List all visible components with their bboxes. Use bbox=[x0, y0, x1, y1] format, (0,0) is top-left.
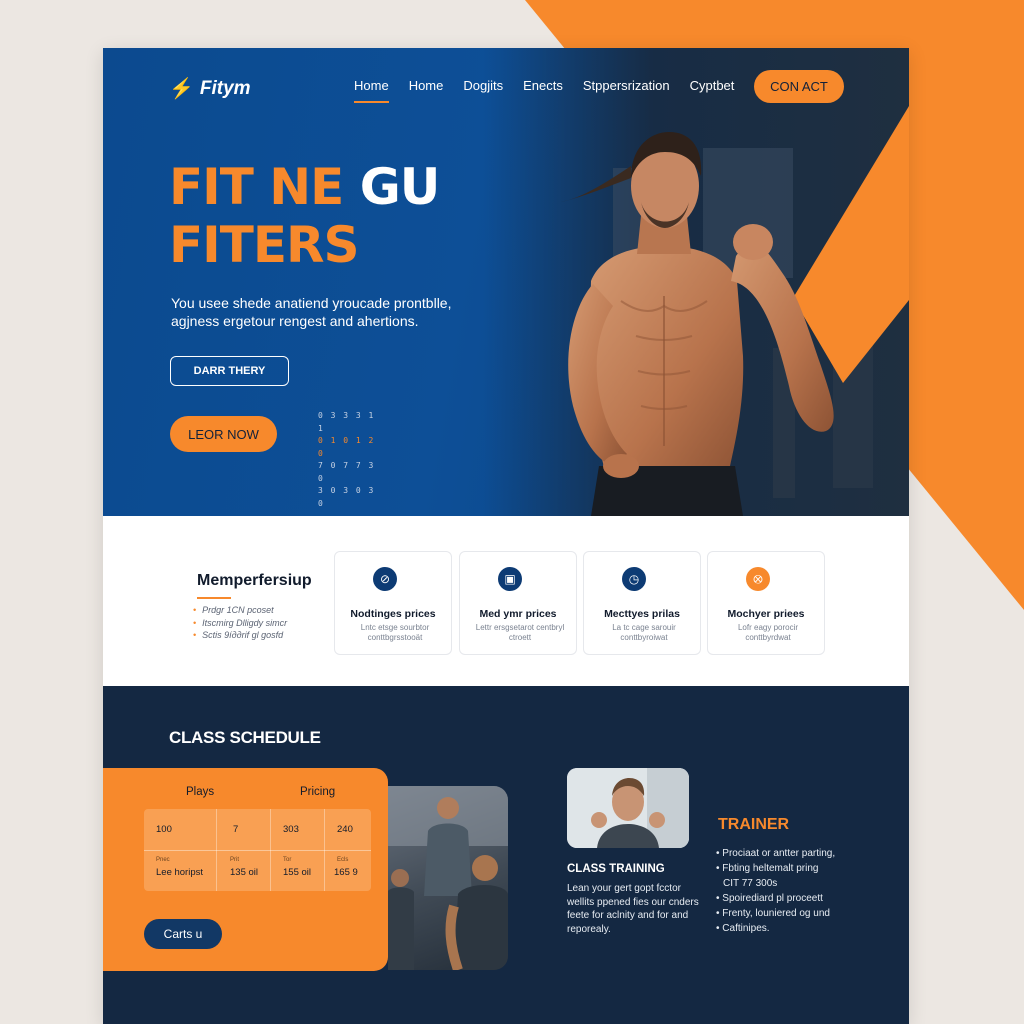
stopwatch-icon: ◷ bbox=[622, 567, 646, 591]
nav-item-cyptbet[interactable]: Cyptbet bbox=[690, 78, 735, 103]
column-header-plays: Plays bbox=[186, 786, 215, 798]
table-cell-label: Prit bbox=[230, 857, 239, 863]
card-desc: Lntc etsge sourbtor conttbgrsstooät bbox=[360, 623, 430, 642]
schedule-panel: Plays Pricing 100 7 303 240 Pnec Prit To… bbox=[103, 768, 388, 971]
dot-grid-row: 3 0 3 0 3 0 bbox=[318, 486, 375, 508]
table-cell: 155 oil bbox=[283, 867, 311, 878]
main-nav: Home Home Dogjits Enects Stppersrization… bbox=[354, 78, 734, 103]
trainer-list-item: Frenty, louniered og und bbox=[716, 906, 835, 921]
membership-list-item: Prdgr 1CN pcoset bbox=[193, 604, 287, 617]
membership-card-1[interactable]: ⊘ Nodtinges prices Lntc etsge sourbtor c… bbox=[334, 551, 452, 655]
membership-section: Memperfersiup Prdgr 1CN pcoset Itscmirg … bbox=[103, 516, 909, 686]
hero-title-orange: FIT NE bbox=[169, 158, 360, 216]
membership-list-item: Itscmirg Dlligdy simcr bbox=[193, 617, 287, 630]
membership-list-item: Sctis 9íддrif gl gosfd bbox=[193, 629, 287, 642]
learn-now-button[interactable]: LEOR NOW bbox=[170, 416, 277, 452]
landing-page: ⚡ Fitym Home Home Dogjits Enects Stppers… bbox=[103, 48, 909, 1024]
card-title: Nodtinges prices bbox=[350, 608, 436, 620]
class-photo bbox=[388, 786, 508, 970]
hero-title-line2: FITERS bbox=[169, 216, 360, 274]
trainer-photo bbox=[567, 768, 689, 848]
hero-title-white: GU bbox=[359, 158, 441, 216]
table-row-divider bbox=[144, 850, 371, 851]
card-desc: Lettr ersgsetarot centbryl ctroett bbox=[475, 623, 565, 642]
membership-card-2[interactable]: ▣ Med ymr prices Lettr ersgsetarot centb… bbox=[459, 551, 577, 655]
class-photo-people bbox=[388, 786, 508, 970]
table-cell: Lee horipst bbox=[156, 867, 204, 878]
card-desc: Lofr eagy porocir conttbyrdwat bbox=[737, 623, 799, 642]
card-title: Med ymr prices bbox=[479, 608, 557, 620]
table-cell: 7 bbox=[233, 824, 239, 835]
dot-grid-decoration: 0 3 3 3 1 1 0 1 0 1 2 0 7 0 7 7 3 0 3 0 … bbox=[318, 410, 376, 510]
dot-grid-row: 0 1 0 1 2 0 bbox=[318, 436, 375, 458]
dot-grid-row: 7 0 7 7 3 0 bbox=[318, 461, 375, 483]
class-training-title: CLASS TRAINING bbox=[567, 863, 665, 875]
table-cell: 165 9 bbox=[334, 867, 358, 878]
membership-title: Memperfersiup bbox=[197, 572, 312, 589]
schedule-title: CLASS SCHEDULE bbox=[169, 728, 321, 747]
logo-text: Fitym bbox=[199, 77, 251, 99]
trainer-list-item: Prociaat or antter parting, bbox=[716, 846, 835, 861]
carts-button[interactable]: Carts u bbox=[144, 919, 222, 949]
table-cell-label: Ecls bbox=[337, 857, 349, 863]
table-cell-label: Tor bbox=[283, 857, 292, 863]
nav-item-enects[interactable]: Enects bbox=[523, 78, 563, 103]
nav-item-home-2[interactable]: Home bbox=[409, 78, 444, 103]
nav-item-home[interactable]: Home bbox=[354, 78, 389, 103]
trainer-title: TRAINER bbox=[718, 816, 790, 833]
card-desc: La tc cage sarouir conttbyroiwat bbox=[612, 623, 676, 642]
membership-list: Prdgr 1CN pcoset Itscmirg Dlligdy simcr … bbox=[193, 604, 287, 642]
shield-icon: ⭙ bbox=[746, 567, 770, 591]
membership-card-3[interactable]: ◷ Mecttyes prilas La tc cage sarouir con… bbox=[583, 551, 701, 655]
nav-item-dogjits[interactable]: Dogjits bbox=[463, 78, 503, 103]
schedule-table: 100 7 303 240 Pnec Prit Tor Ecls Lee hor… bbox=[144, 809, 371, 891]
hero-subtitle: You usee shede anatiend yroucade prontbl… bbox=[171, 295, 452, 329]
table-cell-label: Pnec bbox=[156, 857, 170, 863]
class-schedule-section: CLASS SCHEDULE Plays Pricing 100 7 303 2… bbox=[103, 686, 909, 1024]
compass-icon: ⊘ bbox=[373, 567, 397, 591]
column-header-pricing: Pricing bbox=[300, 786, 336, 798]
trainer-portrait bbox=[567, 768, 689, 848]
trainer-list: Prociaat or antter parting, Fbting helte… bbox=[716, 846, 835, 936]
contact-button[interactable]: CON ACT bbox=[754, 70, 844, 103]
table-cell: 135 oil bbox=[230, 867, 258, 878]
dot-grid-row: 0 3 3 3 1 1 bbox=[318, 411, 375, 433]
card-title: Mochyer priees bbox=[727, 608, 805, 620]
table-cell: 303 bbox=[283, 824, 299, 835]
class-training-desc: Lean your gert gopt fcctor wellits ppene… bbox=[567, 883, 699, 935]
hero-section: ⚡ Fitym Home Home Dogjits Enects Stppers… bbox=[103, 48, 909, 516]
calendar-icon: ▣ bbox=[498, 567, 522, 591]
trainer-list-item: CIT 77 300s bbox=[723, 878, 778, 889]
logo[interactable]: ⚡ Fitym bbox=[169, 76, 251, 101]
trainer-list-item: Spoirediard pl proceett bbox=[716, 891, 835, 906]
bolt-icon: ⚡ bbox=[169, 78, 194, 100]
table-cell: 100 bbox=[156, 824, 172, 835]
trainer-list-item: Fbting heltemalt pring bbox=[716, 861, 835, 876]
trainer-list-item: Caftinipes. bbox=[716, 921, 835, 936]
darr-thery-button[interactable]: DARR THERY bbox=[170, 356, 289, 386]
table-cell: 240 bbox=[337, 824, 353, 835]
membership-card-4[interactable]: ⭙ Mochyer priees Lofr eagy porocir contt… bbox=[707, 551, 825, 655]
hero-title: FIT NE GU FITERS bbox=[169, 158, 441, 274]
card-title: Mecttyes prilas bbox=[604, 608, 680, 620]
nav-item-stppersrization[interactable]: Stppersrization bbox=[583, 78, 670, 103]
membership-underline bbox=[197, 597, 231, 599]
athlete-image bbox=[561, 132, 834, 516]
